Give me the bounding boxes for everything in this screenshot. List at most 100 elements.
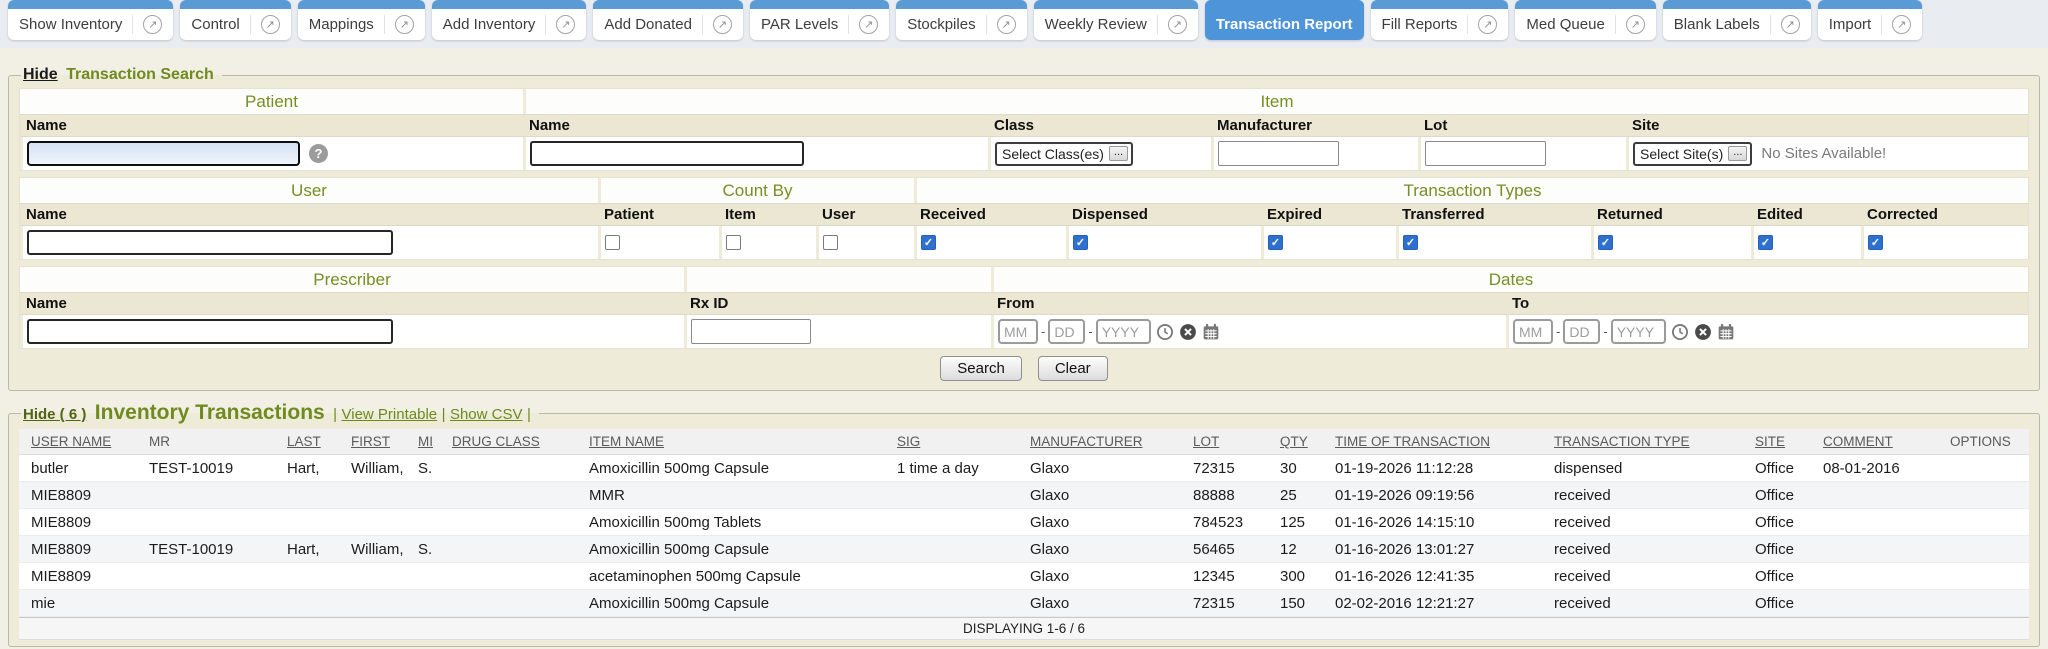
to-clear-icon[interactable]	[1694, 323, 1712, 341]
ellipsis-button[interactable]: ...	[1109, 146, 1128, 161]
column-header-label[interactable]: FIRST	[351, 434, 390, 449]
count-by-checkbox[interactable]: ✓	[605, 235, 620, 250]
to-clock-icon[interactable]	[1671, 323, 1689, 341]
nav-tab[interactable]: Show Inventory ↗	[8, 0, 173, 40]
column-header[interactable]: MI	[412, 429, 446, 455]
tab-external-link[interactable]: ↗	[545, 15, 575, 34]
external-link-icon[interactable]: ↗	[143, 15, 162, 34]
external-link-icon[interactable]: ↗	[1168, 15, 1187, 34]
tab-external-link[interactable]: ↗	[132, 15, 162, 34]
column-header[interactable]: DRUG CLASS	[446, 429, 583, 455]
nav-tab[interactable]: Add Inventory ↗	[432, 0, 587, 40]
transaction-type-checkbox[interactable]: ✓	[1268, 235, 1283, 250]
external-link-icon[interactable]: ↗	[1626, 15, 1645, 34]
column-header-label[interactable]: TRANSACTION TYPE	[1554, 434, 1690, 449]
ellipsis-button[interactable]: ...	[1728, 146, 1747, 161]
tab-external-link[interactable]: ↗	[1615, 15, 1645, 34]
nav-tab[interactable]: Weekly Review ↗	[1034, 0, 1198, 40]
nav-tab[interactable]: Med Queue ↗	[1515, 0, 1655, 40]
nav-tab[interactable]: Import ↗	[1818, 0, 1923, 40]
external-link-icon[interactable]: ↗	[859, 15, 878, 34]
transaction-type-checkbox[interactable]: ✓	[1403, 235, 1418, 250]
column-header-label[interactable]: SITE	[1755, 434, 1785, 449]
transaction-type-checkbox[interactable]: ✓	[1868, 235, 1883, 250]
column-header-label[interactable]: MR	[149, 434, 170, 449]
external-link-icon[interactable]: ↗	[556, 15, 575, 34]
tab-external-link[interactable]: ↗	[384, 15, 414, 34]
column-header[interactable]: LAST	[281, 429, 345, 455]
view-printable-link[interactable]: View Printable	[342, 406, 438, 423]
transaction-type-checkbox[interactable]: ✓	[1073, 235, 1088, 250]
column-header[interactable]: TIME OF TRANSACTION	[1329, 429, 1548, 455]
transaction-type-checkbox[interactable]: ✓	[921, 235, 936, 250]
column-header[interactable]: SITE	[1749, 429, 1817, 455]
column-header[interactable]: QTY	[1274, 429, 1329, 455]
count-by-checkbox[interactable]: ✓	[823, 235, 838, 250]
column-header-label[interactable]: ITEM NAME	[589, 434, 664, 449]
transaction-type-checkbox[interactable]: ✓	[1758, 235, 1773, 250]
nav-tab[interactable]: Add Donated ↗	[593, 0, 743, 40]
column-header-label[interactable]: TIME OF TRANSACTION	[1335, 434, 1490, 449]
column-header[interactable]: COMMENT	[1817, 429, 1944, 455]
count-by-checkbox[interactable]: ✓	[726, 235, 741, 250]
nav-tab[interactable]: PAR Levels ↗	[750, 0, 889, 40]
column-header-label[interactable]: LAST	[287, 434, 321, 449]
column-header[interactable]: MANUFACTURER	[1024, 429, 1187, 455]
from-clock-icon[interactable]	[1156, 323, 1174, 341]
column-header-label[interactable]: MI	[418, 434, 433, 449]
nav-tab[interactable]: Control ↗	[180, 0, 290, 40]
from-month-input[interactable]	[998, 319, 1038, 344]
column-header-label[interactable]: LOT	[1193, 434, 1219, 449]
column-header[interactable]: FIRST	[345, 429, 412, 455]
hide-search-link[interactable]: Hide	[23, 66, 58, 83]
select-classes-button[interactable]: Select Class(es) ...	[995, 142, 1133, 166]
column-header-label[interactable]: OPTIONS	[1950, 434, 2011, 449]
column-header-label[interactable]: DRUG CLASS	[452, 434, 540, 449]
from-day-input[interactable]	[1048, 319, 1085, 344]
tab-external-link[interactable]: ↗	[848, 15, 878, 34]
tab-external-link[interactable]: ↗	[986, 15, 1016, 34]
patient-name-input[interactable]	[27, 141, 300, 166]
tab-external-link[interactable]: ↗	[1157, 15, 1187, 34]
column-header[interactable]: USER NAME	[19, 429, 143, 455]
select-sites-button[interactable]: Select Site(s) ...	[1633, 142, 1752, 166]
prescriber-name-input[interactable]	[27, 319, 393, 344]
tab-external-link[interactable]: ↗	[1770, 15, 1800, 34]
to-calendar-icon[interactable]	[1717, 323, 1735, 341]
tab-external-link[interactable]: ↗	[1881, 15, 1911, 34]
item-name-input[interactable]	[530, 141, 804, 166]
user-name-input[interactable]	[27, 230, 393, 255]
external-link-icon[interactable]: ↗	[713, 15, 732, 34]
nav-tab[interactable]: Transaction Report	[1205, 0, 1364, 40]
column-header[interactable]: TRANSACTION TYPE	[1548, 429, 1749, 455]
column-header[interactable]: LOT	[1187, 429, 1274, 455]
rx-id-input[interactable]	[691, 319, 811, 344]
hide-transactions-link[interactable]: Hide ( 6 )	[23, 406, 86, 423]
external-link-icon[interactable]: ↗	[1892, 15, 1911, 34]
show-csv-link[interactable]: Show CSV	[450, 406, 523, 423]
lot-input[interactable]	[1425, 141, 1546, 166]
clear-button[interactable]: Clear	[1038, 356, 1108, 381]
tab-external-link[interactable]: ↗	[702, 15, 732, 34]
nav-tab[interactable]: Mappings ↗	[298, 0, 425, 40]
from-calendar-icon[interactable]	[1202, 323, 1220, 341]
column-header[interactable]: MR	[143, 429, 281, 455]
transaction-type-checkbox[interactable]: ✓	[1598, 235, 1613, 250]
external-link-icon[interactable]: ↗	[1478, 15, 1497, 34]
to-year-input[interactable]	[1611, 319, 1666, 344]
nav-tab[interactable]: Stockpiles ↗	[896, 0, 1026, 40]
search-button[interactable]: Search	[940, 356, 1022, 381]
tab-external-link[interactable]: ↗	[1467, 15, 1497, 34]
column-header-label[interactable]: SIG	[897, 434, 920, 449]
manufacturer-input[interactable]	[1218, 141, 1339, 166]
nav-tab[interactable]: Blank Labels ↗	[1663, 0, 1811, 40]
column-header-label[interactable]: USER NAME	[31, 434, 111, 449]
help-icon[interactable]: ?	[309, 144, 328, 163]
from-clear-icon[interactable]	[1179, 323, 1197, 341]
nav-tab[interactable]: Fill Reports ↗	[1371, 0, 1509, 40]
external-link-icon[interactable]: ↗	[997, 15, 1016, 34]
column-header-label[interactable]: MANUFACTURER	[1030, 434, 1143, 449]
tab-external-link[interactable]: ↗	[250, 15, 280, 34]
column-header[interactable]: OPTIONS	[1944, 429, 2029, 455]
external-link-icon[interactable]: ↗	[1781, 15, 1800, 34]
